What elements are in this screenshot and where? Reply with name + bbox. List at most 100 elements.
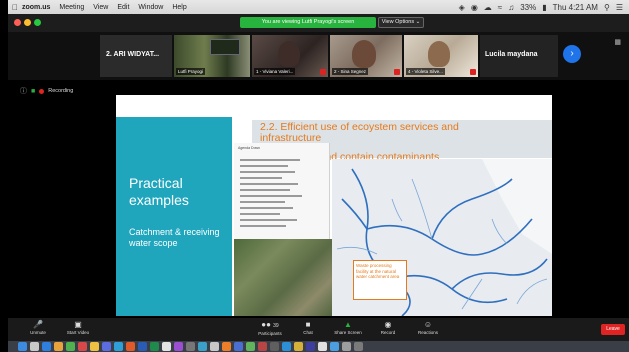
participant-tile-lutfi[interactable]: Lutfi Prayogi [174, 35, 250, 77]
apple-icon[interactable]:  [8, 3, 22, 12]
leave-meeting-button[interactable]: Leave [601, 324, 625, 335]
teams-icon[interactable] [306, 342, 315, 351]
recording-indicator: ⓘ ■ Recording [20, 86, 73, 96]
share-screen-button[interactable]: ▲ Share Screen [328, 320, 368, 336]
legend-row [240, 177, 282, 179]
close-window-icon[interactable] [14, 19, 21, 26]
photos-icon[interactable] [54, 342, 63, 351]
legend-row [240, 219, 297, 221]
muted-mic-icon [470, 69, 476, 75]
downloads-icon[interactable] [342, 342, 351, 351]
legend-row [240, 183, 298, 185]
settings-icon[interactable] [186, 342, 195, 351]
view-options-button[interactable]: View Options ⌄ [378, 17, 424, 28]
word-icon[interactable] [138, 342, 147, 351]
maps-icon[interactable] [246, 342, 255, 351]
facetime-icon[interactable] [282, 342, 291, 351]
gallery-layout-icon[interactable]: ▦ [614, 38, 621, 46]
legend-row [240, 213, 280, 215]
slide-heading-1: 2.2. Efficient use of ecoystem services … [260, 121, 459, 144]
battery-icon: ▮ [542, 2, 547, 12]
powerpoint-icon[interactable] [126, 342, 135, 351]
participant-tile-violeta[interactable]: 4 - Violeta Silve... [404, 35, 478, 77]
shared-screen-area: ⓘ ■ Recording Practical examples Catchme… [8, 80, 629, 318]
calendar-icon[interactable] [78, 342, 87, 351]
whatsapp-icon[interactable] [330, 342, 339, 351]
participant-caption: 2 - Sina Segnez [332, 68, 369, 75]
share-screen-label: Share Screen [334, 330, 362, 335]
chat-label: Chat [303, 330, 313, 335]
menu-app-name[interactable]: zoom.us [22, 4, 50, 11]
menu-meeting[interactable]: Meeting [59, 4, 84, 11]
participant-caption: Lutfi Prayogi [176, 68, 206, 75]
gallery-next-button[interactable]: › [563, 45, 581, 63]
participants-count: 39 [273, 323, 279, 329]
satellite-photo [234, 239, 342, 316]
slide-left-subtitle: Catchment & receiving water scope [129, 227, 220, 248]
chrome-icon[interactable] [162, 342, 171, 351]
notification-center-icon[interactable]: ☰ [616, 3, 623, 12]
viewing-screen-banner: You are viewing Lutfi Prayogi's screen [240, 17, 376, 28]
terminal-icon[interactable] [270, 342, 279, 351]
shield-icon[interactable]: ◉ [471, 3, 478, 12]
participant-tile-viviana[interactable]: 1 - Viviana Valeri... [252, 35, 328, 77]
minimize-window-icon[interactable] [24, 19, 31, 26]
participant-tile-sina[interactable]: 2 - Sina Segnez [330, 35, 402, 77]
launchpad-icon[interactable] [30, 342, 39, 351]
macos-menu-bar:  zoom.us Meeting View Edit Window Help … [8, 0, 629, 14]
menu-window[interactable]: Window [138, 4, 163, 11]
notes-icon[interactable] [90, 342, 99, 351]
safari-icon[interactable] [42, 342, 51, 351]
wifi-icon[interactable]: ≈ [498, 3, 502, 12]
menu-help[interactable]: Help [172, 4, 186, 11]
meeting-control-bar: 🎤 Unmute ▣ Start Video ●● 39 Participant… [8, 318, 629, 341]
reactions-button[interactable]: ☺ Reactions [408, 320, 448, 336]
stickies-icon[interactable] [294, 342, 303, 351]
zoom-window-titlebar: You are viewing Lutfi Prayogi's screen V… [8, 14, 629, 32]
menu-view[interactable]: View [93, 4, 108, 11]
fullscreen-window-icon[interactable] [34, 19, 41, 26]
participant-caption: 4 - Violeta Silve... [406, 68, 445, 75]
cloud-icon[interactable]: ☁ [484, 3, 492, 12]
legend-title: Agenda Down [238, 146, 260, 150]
clock[interactable]: Thu 4:21 AM [553, 3, 598, 12]
skype-icon[interactable] [234, 342, 243, 351]
microphone-icon: 🎤 [33, 320, 43, 329]
participants-button[interactable]: ●● 39 Participants [250, 320, 290, 337]
participant-tile-ari[interactable]: 2. ARI WIDYAT... [100, 35, 172, 77]
acrobat-icon[interactable] [258, 342, 267, 351]
reactions-label: Reactions [417, 330, 438, 335]
finder-icon[interactable] [18, 342, 27, 351]
zoom-icon[interactable] [114, 342, 123, 351]
app-store-icon[interactable] [198, 342, 207, 351]
unmute-button[interactable]: 🎤 Unmute [18, 320, 58, 336]
participant-name: Lucila maydana [485, 51, 538, 58]
video-camera-icon: ▣ [74, 320, 82, 329]
messages-icon[interactable] [66, 342, 75, 351]
firefox-icon[interactable] [222, 342, 231, 351]
volume-icon[interactable]: ♫ [508, 3, 514, 12]
record-button[interactable]: ◉ Record [368, 320, 408, 336]
unmute-label: Unmute [30, 330, 46, 335]
record-icon: ◉ [384, 320, 392, 329]
spotlight-icon[interactable]: ⚲ [604, 3, 610, 12]
excel-icon[interactable] [150, 342, 159, 351]
menu-edit[interactable]: Edit [117, 4, 129, 11]
trash-icon[interactable] [354, 342, 363, 351]
mail-icon[interactable] [102, 342, 111, 351]
chat-bubble-icon: ■ [305, 320, 311, 329]
participant-caption: 1 - Viviana Valeri... [254, 68, 296, 75]
chat-button[interactable]: ■ Chat [288, 320, 328, 336]
textedit-icon[interactable] [318, 342, 327, 351]
participant-tile-lucila[interactable]: Lucila maydana [480, 35, 558, 77]
muted-mic-icon [394, 69, 400, 75]
shield-check-icon[interactable]: ■ [31, 88, 35, 95]
music-icon[interactable] [174, 342, 183, 351]
info-icon[interactable]: ⓘ [20, 86, 27, 96]
menu-extras: ◈ ◉ ☁ ≈ ♫ 33% ▮ Thu 4:21 AM ⚲ ☰ [459, 3, 629, 12]
start-video-button[interactable]: ▣ Start Video [58, 320, 98, 336]
battery-percent[interactable]: 33% [520, 3, 536, 12]
participant-name: 2. ARI WIDYAT... [106, 51, 160, 58]
dropbox-icon[interactable]: ◈ [459, 3, 465, 12]
preview-icon[interactable] [210, 342, 219, 351]
